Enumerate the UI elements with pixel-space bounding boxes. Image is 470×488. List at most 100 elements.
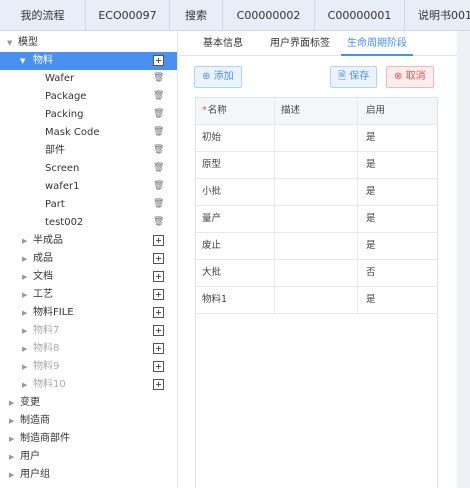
cell-name[interactable]: 小批 <box>196 179 275 205</box>
tree-node-top[interactable]: ▶ 制造商部件 <box>0 430 177 448</box>
table-row[interactable]: 大批 否 <box>196 260 437 287</box>
cell-name[interactable]: 原型 <box>196 152 275 178</box>
trash-icon[interactable]: 🗑 <box>153 181 164 192</box>
collapse-icon[interactable]: ▶ <box>22 358 27 376</box>
tree-node[interactable]: ▶ 物料9 <box>0 358 177 376</box>
collapse-icon[interactable]: ▶ <box>22 376 27 394</box>
collapse-icon[interactable]: ▶ <box>22 322 27 340</box>
tab-c00000002[interactable]: C00000002 <box>223 0 315 30</box>
tree-node-model[interactable]: ▼ 模型 <box>0 34 177 52</box>
add-child-icon[interactable] <box>153 235 164 246</box>
collapse-icon[interactable]: ▶ <box>22 286 27 304</box>
cell-enabled[interactable]: 是 <box>358 287 439 313</box>
expand-icon[interactable]: ▼ <box>20 52 25 70</box>
trash-icon[interactable]: 🗑 <box>153 109 164 120</box>
tree-node[interactable]: ▶ 物料7 <box>0 322 177 340</box>
add-child-icon[interactable] <box>153 361 164 372</box>
cancel-button[interactable]: ⊗ 取消 <box>386 66 434 88</box>
tree-node[interactable]: ▶ 文档 <box>0 268 177 286</box>
tab-search[interactable]: 搜索 <box>170 0 223 30</box>
table-row[interactable]: 废止 是 <box>196 233 437 260</box>
tree-leaf[interactable]: Wafer 🗑 <box>0 70 177 88</box>
collapse-icon[interactable]: ▶ <box>22 232 27 250</box>
cell-name[interactable]: 大批 <box>196 260 275 286</box>
cell-name[interactable]: 物料1 <box>196 287 275 313</box>
tree-node-top[interactable]: ▶ 用户 <box>0 448 177 466</box>
tree-node[interactable]: ▶ 物料8 <box>0 340 177 358</box>
header-description[interactable]: 描述 <box>275 98 358 124</box>
tree-node-top[interactable]: ▶ 用户组 <box>0 466 177 484</box>
collapse-icon[interactable]: ▶ <box>22 340 27 358</box>
trash-icon[interactable]: 🗑 <box>153 91 164 102</box>
cell-enabled[interactable]: 是 <box>358 233 439 259</box>
cell-name[interactable]: 废止 <box>196 233 275 259</box>
tree-node[interactable]: ▶ 工艺 <box>0 286 177 304</box>
expand-icon[interactable]: ▼ <box>7 34 12 52</box>
trash-icon[interactable]: 🗑 <box>153 73 164 84</box>
tab-my-flow[interactable]: 我的流程 <box>0 0 86 30</box>
tree-leaf[interactable]: test002 🗑 <box>0 214 177 232</box>
tab-ui-labels[interactable]: 用户界面标签 <box>270 31 330 56</box>
tree-leaf[interactable]: Package 🗑 <box>0 88 177 106</box>
save-button[interactable]: 🗎 保存 <box>330 66 378 88</box>
tree-leaf[interactable]: Screen 🗑 <box>0 160 177 178</box>
cell-description[interactable] <box>275 206 358 232</box>
tree-node-selected[interactable]: ▼ 物料 <box>0 52 177 70</box>
add-child-icon[interactable] <box>153 343 164 354</box>
cell-description[interactable] <box>275 152 358 178</box>
cell-description[interactable] <box>275 125 358 151</box>
tree-node-top[interactable]: ▶ 制造商 <box>0 412 177 430</box>
tree-leaf[interactable]: Mask Code 🗑 <box>0 124 177 142</box>
tree-node[interactable]: ▶ 成品 <box>0 250 177 268</box>
collapse-icon[interactable]: ▶ <box>22 268 27 286</box>
cell-enabled[interactable]: 是 <box>358 179 439 205</box>
table-row[interactable]: 原型 是 <box>196 152 437 179</box>
cell-enabled[interactable]: 否 <box>358 260 439 286</box>
collapse-icon[interactable]: ▶ <box>9 394 14 412</box>
collapse-icon[interactable]: ▶ <box>9 412 14 430</box>
cell-enabled[interactable]: 是 <box>358 152 439 178</box>
collapse-icon[interactable]: ▶ <box>22 250 27 268</box>
tree-leaf[interactable]: 部件 🗑 <box>0 142 177 160</box>
cell-description[interactable] <box>275 179 358 205</box>
trash-icon[interactable]: 🗑 <box>153 163 164 174</box>
tree-node[interactable]: ▶ 物料FILE <box>0 304 177 322</box>
trash-icon[interactable]: 🗑 <box>153 145 164 156</box>
collapse-icon[interactable]: ▶ <box>9 448 14 466</box>
header-name[interactable]: *名称 <box>196 98 275 124</box>
tree-leaf[interactable]: wafer1 🗑 <box>0 178 177 196</box>
tree-node[interactable]: ▶ 物料10 <box>0 376 177 394</box>
table-row[interactable]: 物料1 是 <box>196 287 437 314</box>
collapse-icon[interactable]: ▶ <box>22 304 27 322</box>
header-enabled[interactable]: 启用 <box>358 98 439 124</box>
tree-node-top[interactable]: ▶ 变更 <box>0 394 177 412</box>
tab-c00000001[interactable]: C00000001 <box>315 0 405 30</box>
table-row[interactable]: 小批 是 <box>196 179 437 206</box>
trash-icon[interactable]: 🗑 <box>153 217 164 228</box>
add-child-icon[interactable] <box>153 379 164 390</box>
collapse-icon[interactable]: ▶ <box>9 466 14 484</box>
tab-manual001[interactable]: 说明书001 <box>405 0 470 30</box>
trash-icon[interactable]: 🗑 <box>153 199 164 210</box>
table-row[interactable]: 初始 是 <box>196 125 437 152</box>
add-child-icon[interactable] <box>153 307 164 318</box>
tab-eco00097[interactable]: ECO00097 <box>86 0 170 30</box>
table-row[interactable]: 量产 是 <box>196 206 437 233</box>
collapse-icon[interactable]: ▶ <box>9 430 14 448</box>
add-child-icon[interactable] <box>153 325 164 336</box>
cell-description[interactable] <box>275 287 358 313</box>
add-child-icon[interactable] <box>153 253 164 264</box>
cell-name[interactable]: 量产 <box>196 206 275 232</box>
tree-leaf[interactable]: Part 🗑 <box>0 196 177 214</box>
add-child-icon[interactable] <box>153 289 164 300</box>
tree-leaf[interactable]: Packing 🗑 <box>0 106 177 124</box>
add-child-icon[interactable] <box>153 55 164 66</box>
cell-enabled[interactable]: 是 <box>358 125 439 151</box>
cell-enabled[interactable]: 是 <box>358 206 439 232</box>
cell-name[interactable]: 初始 <box>196 125 275 151</box>
tab-lifecycle[interactable]: 生命周期阶段 <box>341 31 413 56</box>
cell-description[interactable] <box>275 260 358 286</box>
tree-node[interactable]: ▶ 半成品 <box>0 232 177 250</box>
tab-basic-info[interactable]: 基本信息 <box>203 31 243 56</box>
add-button[interactable]: ⊕ 添加 <box>194 66 242 88</box>
